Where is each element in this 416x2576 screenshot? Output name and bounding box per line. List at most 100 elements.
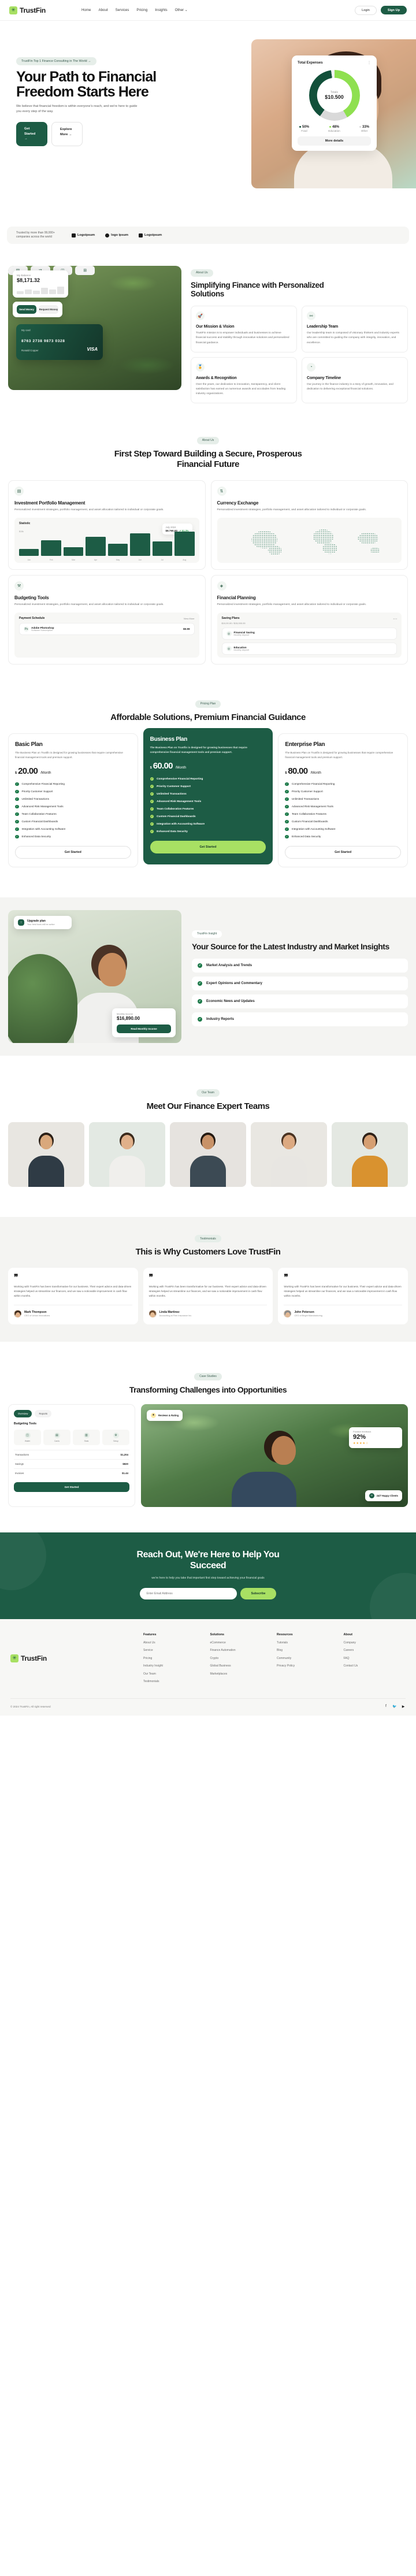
plan-get-started-button[interactable]: Get Started xyxy=(15,846,131,859)
footer-link[interactable]: Finance Automation xyxy=(210,1649,273,1652)
testimonial-name: Linda Martinez xyxy=(159,1311,180,1315)
nav-item-services[interactable]: Services xyxy=(116,8,129,12)
partner-logo-2: logo ipsum xyxy=(105,233,128,237)
footer-link[interactable]: Community xyxy=(277,1657,339,1660)
plan-get-started-button[interactable]: Get Started xyxy=(285,846,401,859)
footer-link[interactable]: Contact Us xyxy=(344,1664,406,1668)
explore-more-button[interactable]: Explore More → xyxy=(51,122,83,146)
footer-link[interactable]: Testimonials xyxy=(143,1680,206,1683)
quick-action-setup[interactable]: ⚙ Setup xyxy=(102,1429,129,1445)
twitter-icon[interactable]: 🐦 xyxy=(392,1704,397,1709)
insight-item-market[interactable]: ✓ Market Analysis and Trends xyxy=(192,958,408,973)
footer-brand[interactable]: ✳ TrustFin xyxy=(10,1633,143,1683)
footer-column-features: Features About Us Service Pricing Indust… xyxy=(143,1633,206,1683)
world-map-visual xyxy=(217,518,402,563)
footer-column-about: About Company Careers FAQ Contact Us xyxy=(344,1633,406,1683)
footer-top: ✳ TrustFin Features About Us Service Pri… xyxy=(10,1633,406,1683)
star-icon: ★ xyxy=(151,1412,156,1418)
footer-link[interactable]: Our Team xyxy=(143,1672,206,1676)
footer-link[interactable]: Marketplaces xyxy=(210,1672,273,1676)
photo-face xyxy=(272,1435,296,1465)
footer-link[interactable]: Industry Insight xyxy=(143,1664,206,1668)
pricing-section: Pricing Plan Affordable Solutions, Premi… xyxy=(0,665,416,868)
panel-get-started-button[interactable]: Get Started xyxy=(14,1482,129,1492)
footer-link[interactable]: Crypto xyxy=(210,1657,273,1660)
service-title: Financial Planning xyxy=(217,595,256,601)
quick-action-wallet[interactable]: ◫ Wallet xyxy=(14,1429,41,1445)
clock-icon: ◔ xyxy=(307,362,315,372)
feature-title: Company Timeline xyxy=(307,376,341,380)
payment-row: Ps Adobe Photoshop Software Subscription… xyxy=(19,623,195,636)
legend-item-food: 50% Food xyxy=(299,125,309,132)
insights-photo: ↑ Upgrade plan Your best tools will be a… xyxy=(8,910,181,1044)
check-icon: ✓ xyxy=(15,819,19,824)
hero-badge[interactable]: TrustFin Top 1 Finance Consulting in The… xyxy=(16,57,96,65)
table-row: Savings $820 xyxy=(14,1458,129,1468)
upgrade-plan-card[interactable]: ↑ Upgrade plan Your best tools will be a… xyxy=(14,916,72,930)
bar-chart-bars xyxy=(19,530,195,556)
income-label: Monthly income xyxy=(117,1012,133,1016)
check-icon: ✓ xyxy=(15,782,19,786)
chart-icon: ▥ xyxy=(83,1432,90,1438)
more-details-button[interactable]: More details xyxy=(298,136,371,146)
balance-label: My Balance xyxy=(17,274,31,277)
services-badge: About Us xyxy=(196,436,220,444)
nav-item-other[interactable]: Other ⌄ xyxy=(175,8,188,12)
nav-item-pricing[interactable]: Pricing xyxy=(136,8,147,12)
nav-item-insights[interactable]: Insights xyxy=(155,8,167,12)
tab-reports[interactable]: Reports xyxy=(35,1409,52,1417)
facebook-icon[interactable]: f xyxy=(384,1704,388,1709)
footer-link[interactable]: Pricing xyxy=(143,1657,206,1660)
insights-section: ↑ Upgrade plan Your best tools will be a… xyxy=(0,897,416,1056)
plan-currency: $ xyxy=(285,771,287,775)
total-expenses-card: Total Expenses ⋮ Totals $10.500 50% Food… xyxy=(292,55,377,151)
check-icon: ✓ xyxy=(15,804,19,809)
support-icon: ☺ xyxy=(369,1493,374,1498)
saving-plans-menu[interactable]: • • • xyxy=(393,617,397,620)
check-icon: ✓ xyxy=(150,777,154,781)
footer-link[interactable]: eCommerce xyxy=(210,1641,273,1645)
brand-logo[interactable]: ✳ TrustFin xyxy=(9,6,46,14)
check-icon: ✓ xyxy=(15,827,19,832)
kebab-menu-icon[interactable]: ⋮ xyxy=(367,61,371,65)
team-member-2 xyxy=(89,1122,165,1187)
donut-legend: 50% Food 48% Education 33% Other xyxy=(298,123,371,132)
bar-chart-axis: Jan Feb Mar Apr May Jun Jul Aug xyxy=(27,559,187,562)
nav-item-about[interactable]: About xyxy=(98,8,107,12)
youtube-icon[interactable]: ▶ xyxy=(401,1704,406,1709)
login-button[interactable]: Login xyxy=(355,5,377,15)
footer-link[interactable]: Privacy Policy xyxy=(277,1664,339,1668)
signup-button[interactable]: Sign Up xyxy=(380,6,407,14)
planning-icon: ◈ xyxy=(217,581,226,591)
quick-action-cards[interactable]: ▤ Cards xyxy=(43,1429,70,1445)
request-money-button[interactable]: Request Money xyxy=(39,305,58,314)
footer-link[interactable]: Company xyxy=(344,1641,406,1645)
footer-link[interactable]: Tutorials xyxy=(277,1641,339,1645)
footer-link[interactable]: FAQ xyxy=(344,1657,406,1660)
subscribe-button[interactable]: Subscribe xyxy=(240,1588,276,1600)
footer-link[interactable]: Service xyxy=(143,1649,206,1652)
footer-link[interactable]: Global Business xyxy=(210,1664,273,1668)
nav-item-home[interactable]: Home xyxy=(81,8,91,12)
email-input[interactable] xyxy=(140,1588,237,1600)
get-started-button[interactable]: Get Started → xyxy=(16,122,47,146)
footer-columns: Features About Us Service Pricing Indust… xyxy=(143,1633,406,1683)
about-badge: About Us xyxy=(191,269,213,277)
saving-amount: $10,00.00 / $15,000.00 xyxy=(221,622,246,625)
pricing-title: Affordable Solutions, Premium Financial … xyxy=(110,712,306,722)
quick-action-stats[interactable]: ▥ Stats xyxy=(73,1429,100,1445)
footer-link[interactable]: About Us xyxy=(143,1641,206,1645)
insight-item-reports[interactable]: ✓ Industry Reports xyxy=(192,1012,408,1026)
footer-link[interactable]: Blog xyxy=(277,1649,339,1652)
feature-text: Over the years, our dedication to innova… xyxy=(196,383,286,396)
income-button[interactable]: Read Monthly Income xyxy=(117,1025,171,1034)
footer-column-solutions: Solutions eCommerce Finance Automation C… xyxy=(210,1633,273,1683)
nav-actions: Login Sign Up xyxy=(355,5,407,15)
footer-link[interactable]: Careers xyxy=(344,1649,406,1652)
insight-item-economic[interactable]: ✓ Economic News and Updates xyxy=(192,994,408,1008)
send-money-button[interactable]: Send Money xyxy=(17,305,36,314)
plan-get-started-button[interactable]: Get Started xyxy=(150,841,266,854)
tab-overview[interactable]: Overview xyxy=(14,1409,32,1417)
insight-item-expert[interactable]: ✓ Expert Opinions and Commentary xyxy=(192,976,408,990)
view-more-link[interactable]: View More xyxy=(184,617,195,620)
